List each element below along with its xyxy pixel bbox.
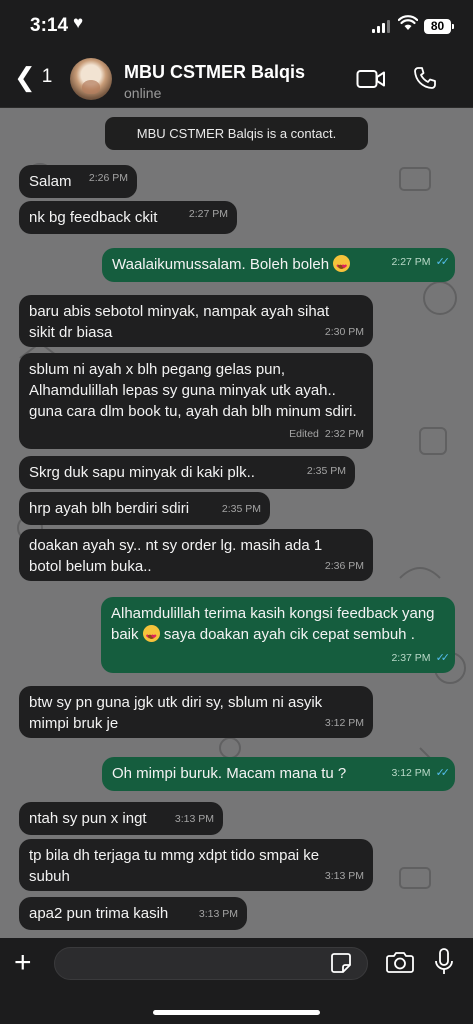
message-incoming[interactable]: doakan ayah sy.. nt sy order lg. masih a… [19, 529, 373, 581]
contact-avatar[interactable] [70, 58, 112, 100]
input-bar: + [0, 938, 473, 1024]
message-text: hrp ayah blh berdiri sdiri [29, 500, 190, 517]
video-call-icon[interactable] [356, 68, 386, 90]
heart-eyes-emoji-icon [333, 255, 351, 278]
microphone-icon[interactable] [433, 948, 455, 976]
heart-eyes-emoji-icon [142, 625, 160, 648]
message-incoming[interactable]: hrp ayah blh berdiri sdiri 2:35 PM [19, 492, 270, 525]
sticker-icon[interactable] [330, 952, 352, 974]
battery-icon: 80 [424, 19, 454, 34]
battery-level: 80 [430, 19, 445, 33]
message-outgoing[interactable]: Waalaikumussalam. Boleh boleh 2:27 PM ✓✓ [102, 248, 455, 282]
camera-icon[interactable] [386, 950, 414, 974]
message-time: 2:27 PM [188, 208, 228, 220]
chat-area[interactable]: MBU CSTMER Balqis is a contact. Salam 2:… [0, 108, 473, 938]
message-time: 2:35 PM [221, 503, 261, 515]
message-time: 2:37 PM [391, 652, 431, 664]
message-text: btw sy pn guna jgk utk diri sy, sblum ni… [29, 694, 323, 732]
message-text-continued: saya doakan ayah cik cepat sembuh . [163, 626, 415, 643]
message-time: 2:26 PM [88, 172, 128, 184]
plus-icon[interactable]: + [14, 948, 32, 978]
message-time: 3:13 PM [198, 908, 238, 920]
message-text: Oh mimpi buruk. Macam mana tu ? [112, 765, 347, 782]
message-outgoing[interactable]: Alhamdulillah terima kasih kongsi feedba… [101, 597, 455, 673]
message-text: Waalaikumussalam. Boleh boleh [112, 256, 330, 273]
message-text: ntah sy pun x ingt [29, 810, 147, 827]
message-incoming[interactable]: tp bila dh terjaga tu mmg xdpt tido smpa… [19, 839, 373, 891]
read-receipt-icon: ✓✓ [435, 652, 451, 664]
message-time: 3:13 PM [174, 813, 214, 825]
contact-name[interactable]: MBU CSTMER Balqis [124, 62, 305, 83]
read-receipt-icon: ✓✓ [435, 256, 451, 268]
message-text: tp bila dh terjaga tu mmg xdpt tido smpa… [29, 847, 320, 885]
unread-chats-count: 1 [41, 66, 53, 87]
message-time: 2:30 PM [324, 326, 364, 338]
message-incoming[interactable]: Skrg duk sapu minyak di kaki plk.. 2:35 … [19, 456, 355, 489]
message-outgoing[interactable]: Oh mimpi buruk. Macam mana tu ? 3:12 PM ✓… [102, 757, 455, 791]
message-incoming[interactable]: baru abis sebotol minyak, nampak ayah si… [19, 295, 373, 347]
chat-header: ❮ 1 MBU CSTMER Balqis online [0, 52, 473, 108]
message-time: 3:12 PM [391, 767, 431, 779]
message-text: doakan ayah sy.. nt sy order lg. masih a… [29, 537, 323, 575]
message-time: 2:27 PM [391, 256, 431, 268]
cellular-signal-icon [372, 20, 390, 33]
message-incoming[interactable]: Salam 2:26 PM [19, 165, 137, 198]
chevron-left-icon: ❮ [14, 62, 36, 92]
message-text: Skrg duk sapu minyak di kaki plk.. [29, 464, 255, 481]
message-text: Salam [29, 173, 72, 190]
status-time: 3:14 [30, 15, 69, 36]
home-indicator[interactable] [153, 1010, 320, 1015]
phone-icon[interactable] [413, 66, 437, 90]
message-time: 3:12 PM [324, 717, 364, 729]
message-incoming[interactable]: ntah sy pun x ingt 3:13 PM [19, 802, 223, 835]
message-incoming[interactable]: sblum ni ayah x blh pegang gelas pun, Al… [19, 353, 373, 449]
message-input[interactable] [54, 947, 368, 980]
message-text: baru abis sebotol minyak, nampak ayah si… [29, 303, 330, 341]
message-incoming[interactable]: btw sy pn guna jgk utk diri sy, sblum ni… [19, 686, 373, 738]
wifi-icon [398, 15, 418, 30]
message-time: 2:36 PM [324, 560, 364, 572]
message-text: apa2 pun trima kasih [29, 905, 169, 922]
back-button[interactable]: ❮ 1 [14, 64, 52, 90]
heart-icon: ♥ [73, 13, 84, 32]
message-incoming[interactable]: apa2 pun trima kasih 3:13 PM [19, 897, 247, 930]
contact-status: online [124, 85, 162, 101]
message-time: 2:32 PM [324, 428, 364, 440]
message-text: sblum ni ayah x blh pegang gelas pun, Al… [29, 361, 357, 420]
contact-notice: MBU CSTMER Balqis is a contact. [105, 117, 368, 150]
message-text: nk bg feedback ckit [29, 209, 158, 226]
read-receipt-icon: ✓✓ [435, 767, 451, 779]
message-incoming[interactable]: nk bg feedback ckit 2:27 PM [19, 201, 237, 234]
message-time: 3:13 PM [324, 870, 364, 882]
message-time: 2:35 PM [306, 465, 346, 477]
edited-label: Edited [289, 428, 319, 440]
status-bar: 3:14 ♥ 80 [0, 0, 473, 52]
